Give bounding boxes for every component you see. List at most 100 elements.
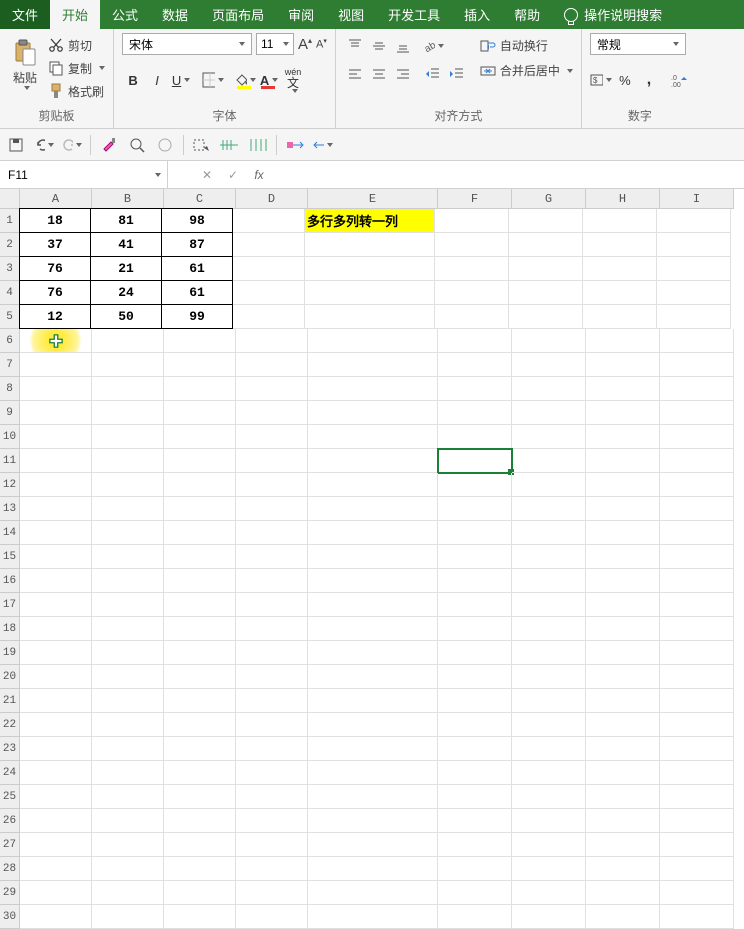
row-header-28[interactable]: 28 <box>0 857 20 881</box>
increase-font-button[interactable]: A▴ <box>298 36 312 53</box>
cell-F20[interactable] <box>438 665 512 689</box>
cell-B1[interactable]: 81 <box>90 208 162 233</box>
cell-G4[interactable] <box>509 281 583 305</box>
cell-C20[interactable] <box>164 665 236 689</box>
cell-I18[interactable] <box>660 617 734 641</box>
cell-I17[interactable] <box>660 593 734 617</box>
cell-A20[interactable] <box>20 665 92 689</box>
cell-C27[interactable] <box>164 833 236 857</box>
row-header-10[interactable]: 10 <box>0 425 20 449</box>
cell-D11[interactable] <box>236 449 308 473</box>
decrease-font-button[interactable]: A▾ <box>316 37 327 51</box>
cell-A29[interactable] <box>20 881 92 905</box>
cell-C16[interactable] <box>164 569 236 593</box>
font-color-button[interactable]: A <box>258 69 280 91</box>
cell-H28[interactable] <box>586 857 660 881</box>
tab-home[interactable]: 开始 <box>50 0 100 29</box>
increase-decimal-button[interactable]: .0.00 <box>668 69 690 91</box>
font-size-select[interactable]: 11 <box>256 33 294 55</box>
row-header-25[interactable]: 25 <box>0 785 20 809</box>
cell-C19[interactable] <box>164 641 236 665</box>
cell-E10[interactable] <box>308 425 438 449</box>
cell-E24[interactable] <box>308 761 438 785</box>
cell-G23[interactable] <box>512 737 586 761</box>
cell-F1[interactable] <box>435 209 509 233</box>
cell-G16[interactable] <box>512 569 586 593</box>
redo-button[interactable] <box>62 135 82 155</box>
cell-B9[interactable] <box>92 401 164 425</box>
row-header-18[interactable]: 18 <box>0 617 20 641</box>
cell-D18[interactable] <box>236 617 308 641</box>
cell-E22[interactable] <box>308 713 438 737</box>
cell-B30[interactable] <box>92 905 164 929</box>
cell-D2[interactable] <box>233 233 305 257</box>
row-header-14[interactable]: 14 <box>0 521 20 545</box>
row-header-1[interactable]: 1 <box>0 209 20 233</box>
number-format-select[interactable]: 常规 <box>590 33 686 55</box>
cell-A15[interactable] <box>20 545 92 569</box>
cell-C3[interactable]: 61 <box>161 256 233 281</box>
cell-G2[interactable] <box>509 233 583 257</box>
cell-C14[interactable] <box>164 521 236 545</box>
cell-F11[interactable] <box>438 449 512 473</box>
cell-I22[interactable] <box>660 713 734 737</box>
cell-B6[interactable] <box>92 329 164 353</box>
cell-F19[interactable] <box>438 641 512 665</box>
cell-I29[interactable] <box>660 881 734 905</box>
cell-A8[interactable] <box>20 377 92 401</box>
row-header-19[interactable]: 19 <box>0 641 20 665</box>
cell-E6[interactable] <box>308 329 438 353</box>
cell-C18[interactable] <box>164 617 236 641</box>
percent-button[interactable]: % <box>614 69 636 91</box>
phonetic-button[interactable]: wén文 <box>282 69 304 91</box>
cell-F24[interactable] <box>438 761 512 785</box>
cell-A9[interactable] <box>20 401 92 425</box>
cell-G1[interactable] <box>509 209 583 233</box>
cell-B4[interactable]: 24 <box>90 280 162 305</box>
cell-E7[interactable] <box>308 353 438 377</box>
cell-G11[interactable] <box>512 449 586 473</box>
cell-C21[interactable] <box>164 689 236 713</box>
row-header-15[interactable]: 15 <box>0 545 20 569</box>
cell-F13[interactable] <box>438 497 512 521</box>
cell-G24[interactable] <box>512 761 586 785</box>
accounting-format-button[interactable]: $ <box>590 69 612 91</box>
cell-E23[interactable] <box>308 737 438 761</box>
cell-A16[interactable] <box>20 569 92 593</box>
cell-A28[interactable] <box>20 857 92 881</box>
cell-G17[interactable] <box>512 593 586 617</box>
cell-G28[interactable] <box>512 857 586 881</box>
tab-layout[interactable]: 页面布局 <box>200 0 276 29</box>
cell-D3[interactable] <box>233 257 305 281</box>
cell-C2[interactable]: 87 <box>161 232 233 257</box>
cell-F4[interactable] <box>435 281 509 305</box>
cell-E15[interactable] <box>308 545 438 569</box>
cell-F25[interactable] <box>438 785 512 809</box>
cell-C15[interactable] <box>164 545 236 569</box>
cell-H17[interactable] <box>586 593 660 617</box>
cell-C26[interactable] <box>164 809 236 833</box>
cell-G5[interactable] <box>509 305 583 329</box>
row-header-20[interactable]: 20 <box>0 665 20 689</box>
increase-indent-button[interactable] <box>446 63 468 85</box>
cell-F10[interactable] <box>438 425 512 449</box>
cell-B24[interactable] <box>92 761 164 785</box>
cell-A23[interactable] <box>20 737 92 761</box>
cell-E16[interactable] <box>308 569 438 593</box>
paste-button[interactable]: 粘贴 <box>8 33 42 105</box>
cell-C22[interactable] <box>164 713 236 737</box>
comma-button[interactable]: , <box>638 69 660 91</box>
cell-H1[interactable] <box>583 209 657 233</box>
cell-I20[interactable] <box>660 665 734 689</box>
cell-I3[interactable] <box>657 257 731 281</box>
cell-H15[interactable] <box>586 545 660 569</box>
col-header-A[interactable]: A <box>20 189 92 209</box>
cell-B14[interactable] <box>92 521 164 545</box>
cell-G8[interactable] <box>512 377 586 401</box>
cell-H12[interactable] <box>586 473 660 497</box>
cell-G9[interactable] <box>512 401 586 425</box>
name-box-input[interactable] <box>0 168 152 182</box>
cell-D24[interactable] <box>236 761 308 785</box>
row-header-2[interactable]: 2 <box>0 233 20 257</box>
cell-A24[interactable] <box>20 761 92 785</box>
